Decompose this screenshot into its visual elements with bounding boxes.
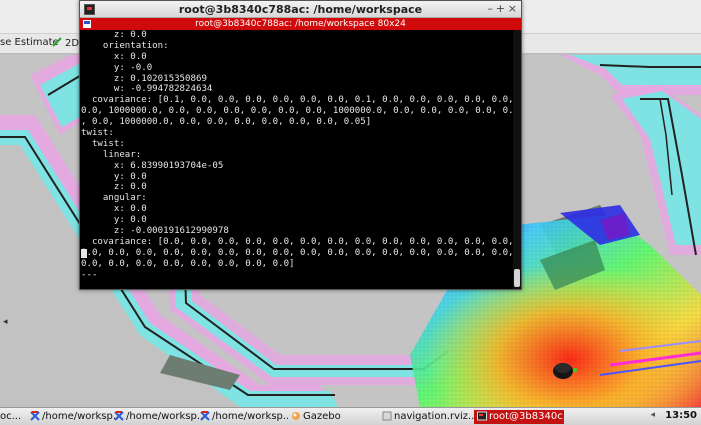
terminal-output[interactable]: z: 0.0 orientation: x: 0.0 y: -0.0 z: 0.… (80, 30, 513, 289)
terminal-x-icon (114, 411, 124, 421)
terminal-x-icon (200, 411, 210, 421)
terminal-cursor (81, 249, 87, 258)
taskbar-item-label: /home/worksp... (126, 411, 202, 422)
taskbar-item-label: root@3b8340c... (489, 411, 564, 422)
taskbar-item-terminal-2[interactable]: /home/worksp... (114, 410, 202, 424)
terminal-line: z: 0.102015350869 (81, 73, 207, 84)
terminal-line: orientation: (81, 40, 169, 51)
terminal-line: y: -0.0 (81, 62, 153, 73)
terminal-x-icon (30, 411, 40, 421)
terminal-line: twist: (81, 128, 114, 139)
terminal-line: 0.0, 0.0, 0.0, 0.0, 0.0, 0.0, 0.0, 0.0, … (81, 247, 513, 258)
desktop: se Estimate 2D N ◂ root@3b8340c788ac: /h… (0, 0, 701, 425)
taskbar-item-active-terminal[interactable]: root@3b8340c... (474, 410, 564, 424)
green-arrow-icon (52, 37, 62, 47)
terminal-line: --- (81, 269, 98, 280)
terminal-line: 0.0, 1000000.0, 0.0, 0.0, 0.0, 0.0, 0.0,… (81, 106, 513, 117)
taskbar-item-0[interactable]: oc... (0, 410, 28, 424)
taskbar-item-label: oc... (0, 411, 22, 422)
taskbar-item-label: /home/worksp... (42, 411, 118, 422)
terminal-line: 0.0, 0.0, 0.0, 0.0, 0.0, 0.0, 0.0, 0.0] (81, 258, 295, 269)
terminal-line: covariance: [0.0, 0.0, 0.0, 0.0, 0.0, 0.… (81, 236, 513, 247)
terminal-line: twist: (81, 138, 125, 149)
terminal-scrollbar[interactable] (513, 30, 521, 289)
taskbar-item-rviz[interactable]: navigation.rviz... (382, 410, 474, 424)
taskbar-item-label: navigation.rviz... (394, 411, 474, 422)
terminal-line: y: 0.0 (81, 215, 147, 226)
taskbar: oc... /home/worksp... /home/worksp... /h… (0, 407, 701, 425)
pose-estimate-label: se Estimate (0, 37, 59, 48)
terminal-scroll-thumb[interactable] (514, 269, 520, 287)
terminal-window-title: root@3b8340c788ac: /home/workspace (178, 3, 423, 16)
terminal-line: angular: (81, 193, 147, 204)
terminal-line: linear: (81, 149, 142, 160)
terminal-icon (477, 411, 487, 421)
terminal-titlebar[interactable]: root@3b8340c788ac: /home/workspace – + × (80, 1, 521, 18)
taskbar-item-terminal-3[interactable]: /home/worksp... (200, 410, 288, 424)
terminal-tab-bar[interactable]: root@3b8340c788ac: /home/workspace 80x24 (80, 18, 521, 30)
terminal-line: w: -0.994782824634 (81, 84, 213, 95)
terminal-line: z: 0.0 (81, 182, 147, 193)
minimize-button[interactable]: – (488, 2, 494, 15)
clock[interactable]: 13:50 (665, 410, 697, 421)
terminal-line: covariance: [0.1, 0.0, 0.0, 0.0, 0.0, 0.… (81, 95, 513, 106)
maximize-button[interactable]: + (496, 2, 505, 15)
terminal-line: z: -0.000191612990978 (81, 226, 229, 237)
taskbar-item-terminal-1[interactable]: /home/worksp... (30, 410, 118, 424)
terminal-window[interactable]: root@3b8340c788ac: /home/workspace – + ×… (79, 0, 522, 290)
tray-arrow-icon[interactable]: ◂ (650, 410, 655, 420)
taskbar-item-label: /home/worksp... (212, 411, 288, 422)
pose-estimate-tool[interactable]: se Estimate (0, 37, 59, 48)
rviz-icon (382, 411, 392, 421)
terminal-tab-title: root@3b8340c788ac: /home/workspace 80x24 (195, 19, 406, 29)
terminal-line: z: 0.0 (81, 30, 147, 40)
close-button[interactable]: × (508, 2, 517, 15)
collapse-left-panel-arrow[interactable]: ◂ (3, 317, 8, 327)
terminal-line: x: 0.0 (81, 51, 147, 62)
gazebo-icon (292, 412, 300, 420)
taskbar-item-label: Gazebo (303, 411, 341, 422)
terminal-line: , 0.0, 1000000.0, 0.0, 0.0, 0.0, 0.0, 0.… (81, 117, 372, 128)
terminal-line: y: 0.0 (81, 171, 147, 182)
terminal-line: x: 6.83990193704e-05 (81, 160, 224, 171)
taskbar-item-gazebo[interactable]: Gazebo (291, 410, 351, 424)
terminal-line: x: 0.0 (81, 204, 147, 215)
